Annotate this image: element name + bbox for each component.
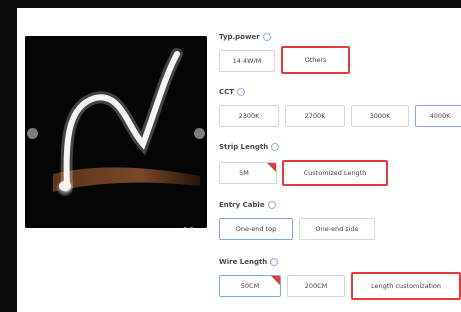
strip-length-label: Strip Length	[219, 142, 280, 153]
typ-power-option-14-4w[interactable]: 14.4W/M	[219, 50, 275, 72]
unavailable-corner-marker	[271, 276, 280, 285]
wire-length-option-200cm[interactable]: 200CM	[287, 275, 345, 297]
entry-cable-option-one-end-side[interactable]: One-end side	[299, 218, 375, 240]
entry-cable-label: Entry Cable	[219, 200, 276, 211]
product-image-gallery[interactable]: ••	[25, 36, 207, 228]
cct-option-2300k[interactable]: 2300K	[219, 105, 279, 127]
wire-length-option-50cm[interactable]: 50CM	[219, 275, 281, 297]
chevron-left-icon[interactable]	[27, 128, 38, 139]
product-photo	[25, 36, 207, 228]
unavailable-corner-marker	[267, 163, 276, 172]
cct-option-2700k[interactable]: 2700K	[285, 105, 345, 127]
info-icon[interactable]	[262, 33, 271, 41]
cct-option-3000k[interactable]: 3000K	[351, 105, 409, 127]
chevron-right-icon[interactable]	[194, 128, 205, 139]
product-options-card: •• Typ.power 14.4W/M Others CCT 2300K 27…	[17, 8, 461, 312]
info-icon[interactable]	[267, 201, 276, 209]
strip-length-option-5m[interactable]: 5M	[219, 162, 277, 184]
cct-label: CCT	[219, 87, 246, 98]
left-dark-strip	[0, 0, 6, 312]
more-icon[interactable]: ••	[182, 224, 202, 228]
info-icon[interactable]	[237, 88, 246, 96]
entry-cable-option-one-end-top[interactable]: One-end top	[219, 218, 293, 240]
cct-option-4000k[interactable]: 4000K	[415, 105, 461, 127]
typ-power-label: Typ.power	[219, 32, 271, 43]
strip-length-option-customized[interactable]: Customized Length	[282, 160, 388, 186]
wire-length-label: Wire Length	[219, 257, 279, 268]
info-icon[interactable]	[270, 258, 279, 266]
typ-power-option-others[interactable]: Others	[281, 46, 350, 74]
info-icon[interactable]	[271, 143, 280, 151]
wire-length-option-customization[interactable]: Length customization	[351, 272, 461, 300]
